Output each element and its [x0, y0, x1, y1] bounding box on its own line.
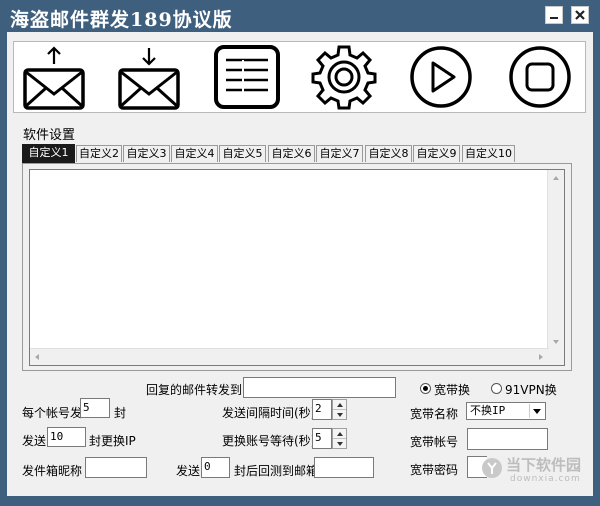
- send-count-unit: 封更换IP: [89, 434, 136, 448]
- per-account-input[interactable]: 5: [80, 398, 110, 418]
- scroll-left-icon[interactable]: [35, 354, 39, 360]
- tab-custom-7[interactable]: 自定义7: [316, 145, 363, 162]
- play-icon: [410, 46, 472, 108]
- forward-label: 回复的邮件转发到:: [146, 383, 247, 397]
- switch-wait-spinner[interactable]: [332, 428, 347, 449]
- tab-custom-9[interactable]: 自定义9: [413, 145, 460, 162]
- send-before-backtest-label: 发送: [176, 464, 201, 478]
- bb-account-label: 宽带帐号: [410, 435, 459, 449]
- tab-custom-1[interactable]: 自定义1: [22, 144, 75, 163]
- software-settings-label: 软件设置: [23, 128, 76, 143]
- scroll-corner: [548, 349, 564, 365]
- custom-content-textarea[interactable]: [29, 169, 565, 366]
- watermark-logo-icon: [482, 458, 502, 478]
- vpn-radio-label: 91VPN换: [505, 383, 557, 397]
- close-button[interactable]: [571, 6, 589, 24]
- backtest-label: 封后回测到邮箱: [234, 464, 319, 478]
- mail-download-icon: [118, 48, 180, 110]
- tab-custom-5[interactable]: 自定义5: [219, 145, 266, 162]
- switch-wait-down-button[interactable]: [333, 439, 346, 449]
- gear-icon: [311, 45, 377, 110]
- scroll-down-icon[interactable]: [553, 340, 559, 344]
- settings-button[interactable]: [311, 44, 377, 113]
- per-account-label: 每个帐号发: [22, 406, 83, 420]
- watermark-url: downxia.com: [510, 474, 581, 484]
- interval-spinner[interactable]: [332, 399, 347, 420]
- app-window: 海盗邮件群发189协议版 软件设置 自定义1 自定义2 自定义3 自定义4 自定…: [0, 0, 600, 506]
- list-button[interactable]: [213, 44, 281, 113]
- tab-custom-4[interactable]: 自定义4: [171, 145, 218, 162]
- watermark: 当下软件园 downxia.com: [478, 452, 586, 490]
- vpn-radio[interactable]: [491, 383, 502, 394]
- broadband-radio[interactable]: [420, 383, 431, 394]
- mail-upload-icon: [23, 46, 85, 110]
- tab-custom-10[interactable]: 自定义10: [462, 145, 515, 162]
- backtest-email-input[interactable]: [314, 457, 374, 478]
- horizontal-scrollbar[interactable]: [30, 348, 549, 365]
- minimize-icon: [550, 17, 558, 19]
- send-button[interactable]: [22, 44, 86, 113]
- interval-up-button[interactable]: [333, 400, 346, 410]
- per-account-unit: 封: [114, 406, 127, 420]
- stop-icon: [509, 46, 571, 108]
- bb-password-label: 宽带密码: [410, 463, 459, 477]
- start-button[interactable]: [408, 44, 474, 113]
- title-bar[interactable]: 海盗邮件群发189协议版: [0, 0, 600, 34]
- tab-panel: [22, 163, 572, 371]
- broadband-radio-label: 宽带换: [434, 383, 471, 397]
- switch-wait-input[interactable]: 5: [312, 428, 332, 449]
- sender-nick-input[interactable]: [85, 457, 147, 478]
- vertical-scrollbar[interactable]: [547, 170, 564, 350]
- interval-label: 发送间隔时间(秒): [222, 406, 316, 420]
- send-count-label: 发送: [22, 434, 47, 448]
- watermark-text: 当下软件园: [506, 456, 582, 474]
- chevron-down-icon[interactable]: [529, 404, 544, 418]
- scroll-right-icon[interactable]: [539, 354, 543, 360]
- send-count-input[interactable]: 10: [47, 427, 86, 447]
- list-icon: [214, 45, 280, 109]
- bb-account-input[interactable]: [467, 428, 548, 450]
- window-title: 海盗邮件群发189协议版: [10, 9, 233, 31]
- scroll-up-icon[interactable]: [553, 176, 559, 180]
- receive-button[interactable]: [117, 44, 181, 113]
- bb-name-label: 宽带名称: [410, 407, 459, 421]
- forward-email-input[interactable]: [243, 377, 396, 398]
- bb-name-value: 不换IP: [470, 404, 506, 417]
- send-before-backtest-input[interactable]: 0: [201, 457, 230, 478]
- tab-custom-6[interactable]: 自定义6: [268, 145, 315, 162]
- switch-wait-up-button[interactable]: [333, 429, 346, 439]
- tab-custom-3[interactable]: 自定义3: [123, 145, 170, 162]
- close-icon: [575, 10, 585, 20]
- sender-nick-label: 发件箱昵称: [22, 464, 83, 478]
- stop-button[interactable]: [507, 44, 573, 113]
- switch-wait-label: 更换账号等待(秒): [222, 434, 316, 448]
- interval-down-button[interactable]: [333, 410, 346, 420]
- tab-custom-8[interactable]: 自定义8: [365, 145, 412, 162]
- toolbar: [13, 41, 586, 113]
- minimize-button[interactable]: [545, 6, 563, 24]
- tab-custom-2[interactable]: 自定义2: [76, 145, 122, 162]
- bb-name-select[interactable]: 不换IP: [466, 402, 546, 420]
- interval-input[interactable]: 2: [312, 399, 332, 420]
